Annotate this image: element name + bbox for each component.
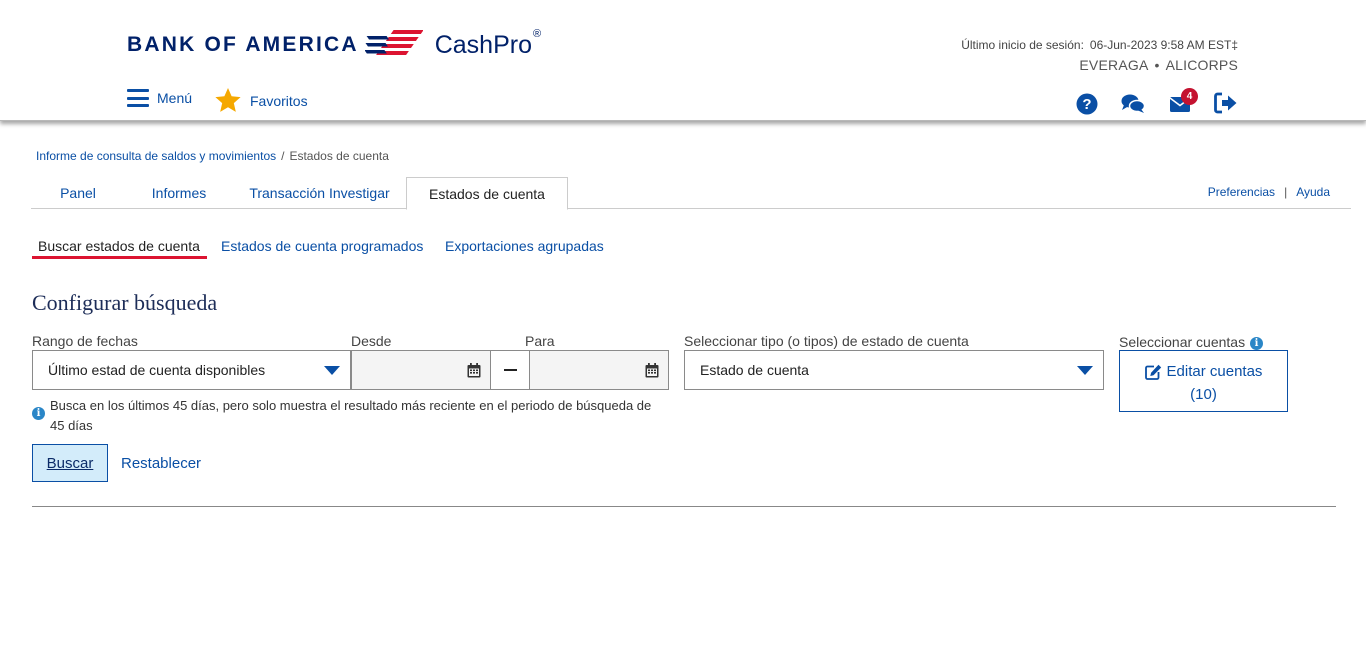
caret-down-icon (324, 366, 340, 375)
chat-icon (1121, 94, 1145, 113)
main-tabs: Panel Informes Transacción Investigar Es… (31, 177, 1351, 210)
help-icon: ? (1076, 93, 1098, 115)
user-name: EVERAGA (1079, 57, 1149, 73)
from-label: Desde (351, 333, 392, 349)
last-login: Último inicio de sesión: 06-Jun-2023 9:58… (961, 38, 1238, 52)
from-date-input[interactable] (351, 350, 491, 390)
info-icon: i (32, 407, 45, 420)
calendar-icon[interactable] (467, 363, 481, 378)
brand-logo[interactable]: BANK OF AMERICA CashPro® (127, 28, 541, 62)
date-range-label: Rango de fechas (32, 333, 138, 349)
to-label: Para (525, 333, 555, 349)
edit-accounts-button[interactable]: Editar cuentas (10) (1119, 350, 1288, 412)
hamburger-icon (127, 89, 149, 107)
subtab-scheduled-statements[interactable]: Estados de cuenta programados (221, 238, 423, 254)
breadcrumb-parent-link[interactable]: Informe de consulta de saldos y movimien… (36, 149, 276, 163)
active-subtab-indicator (32, 256, 207, 259)
tab-reports[interactable]: Informes (125, 177, 233, 209)
edit-accounts-line: Editar cuentas (1120, 360, 1287, 383)
chat-button[interactable] (1121, 92, 1145, 116)
breadcrumb-separator: / (281, 149, 285, 163)
date-range-value: Último estad de cuenta disponibles (48, 362, 266, 378)
logout-button[interactable] (1214, 91, 1238, 115)
user-company: EVERAGA • ALICORPS (1079, 57, 1238, 73)
flag-logo-icon (364, 30, 423, 55)
info-icon[interactable]: i (1250, 337, 1264, 350)
registered-mark: ® (532, 28, 542, 41)
product-name: CashPro® (434, 28, 542, 60)
edit-accounts-count: (10) (1190, 386, 1217, 403)
app-header: BANK OF AMERICA CashPro® Último inicio d… (0, 0, 1366, 121)
caret-down-icon (1077, 366, 1093, 375)
calendar-icon[interactable] (645, 363, 659, 378)
section-title: Configurar búsqueda (32, 290, 218, 315)
statement-type-select[interactable]: Estado de cuenta (684, 350, 1104, 390)
date-range-select[interactable]: Último estad de cuenta disponibles (32, 350, 351, 390)
help-link[interactable]: Ayuda (1296, 185, 1330, 199)
statement-type-label: Seleccionar tipo (o tipos) de estado de … (684, 333, 969, 349)
messages-button[interactable]: 4 (1168, 88, 1198, 116)
favorites-label: Favoritos (250, 92, 308, 109)
preferences-link[interactable]: Preferencias (1208, 185, 1275, 199)
subtab-search-statements[interactable]: Buscar estados de cuenta (38, 238, 200, 254)
product-label: CashPro (434, 30, 532, 59)
menu-button[interactable]: Menú (127, 89, 192, 107)
favorites-button[interactable]: Favoritos (214, 87, 308, 114)
edit-accounts-label: Editar cuentas (1166, 363, 1263, 380)
company-name: ALICORPS (1165, 57, 1238, 73)
utility-separator: | (1284, 185, 1288, 199)
menu-label: Menú (157, 90, 193, 106)
separator-dot: • (1154, 57, 1160, 73)
info-note-text: Busca en los últimos 45 días, pero solo … (50, 398, 652, 433)
reset-link[interactable]: Restablecer (121, 455, 201, 472)
last-login-value: 06-Jun-2023 9:58 AM EST‡ (1089, 38, 1238, 52)
edit-icon (1144, 364, 1161, 380)
section-divider (32, 506, 1336, 507)
info-note: i Busca en los últimos 45 días, pero sol… (32, 396, 652, 436)
bank-name: BANK OF AMERICA (127, 33, 359, 56)
last-login-label: Último inicio de sesión: (961, 38, 1084, 52)
subtab-grouped-exports[interactable]: Exportaciones agrupadas (445, 238, 604, 254)
help-button[interactable]: ? (1075, 92, 1099, 116)
tab-investigate[interactable]: Transacción Investigar (233, 177, 406, 209)
star-icon (215, 88, 241, 112)
logout-icon (1214, 92, 1237, 114)
to-date-input[interactable] (529, 350, 669, 390)
messages-count-badge: 4 (1181, 88, 1198, 105)
tab-statements[interactable]: Estados de cuenta (406, 177, 568, 210)
range-dash (491, 350, 530, 390)
tab-panel[interactable]: Panel (31, 177, 125, 209)
utility-links: Preferencias | Ayuda (1208, 185, 1330, 199)
search-button[interactable]: Buscar (32, 444, 108, 482)
accounts-label-wrap: Seleccionar cuentas i (1119, 334, 1264, 350)
statement-type-value: Estado de cuenta (700, 362, 809, 378)
svg-text:?: ? (1082, 96, 1091, 113)
breadcrumb: Informe de consulta de saldos y movimien… (36, 149, 389, 163)
accounts-label: Seleccionar cuentas (1119, 334, 1246, 350)
breadcrumb-current: Estados de cuenta (289, 149, 389, 163)
